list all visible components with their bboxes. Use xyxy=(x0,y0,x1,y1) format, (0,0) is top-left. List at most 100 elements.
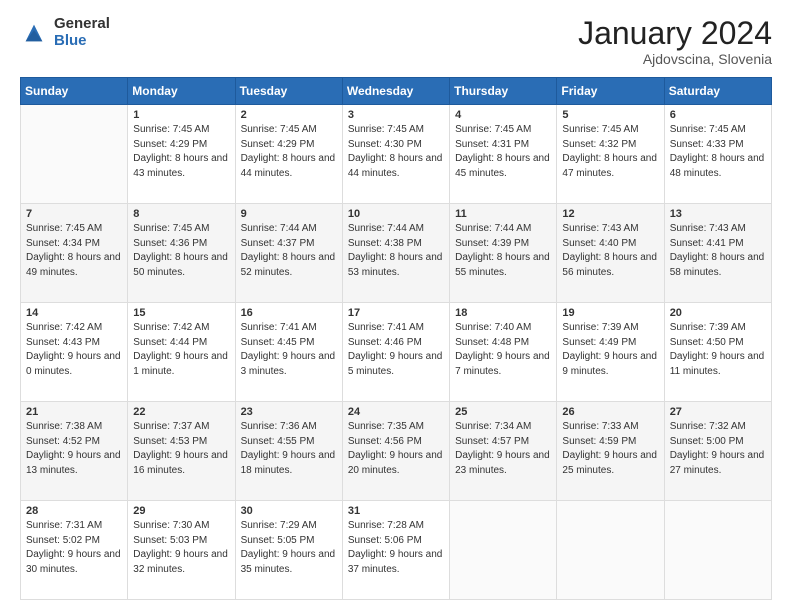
day-info: Sunrise: 7:43 AMSunset: 4:40 PMDaylight:… xyxy=(562,222,658,280)
logo: General Blue xyxy=(20,16,110,49)
week-row-4: 21Sunrise: 7:38 AMSunset: 4:52 PMDayligh… xyxy=(21,402,772,501)
day-number: 27 xyxy=(670,406,766,418)
calendar-cell: 8 Sunrise: 7:45 AMSunset: 4:36 PMDaylight… xyxy=(128,204,235,303)
title-location: Ajdovscina, Slovenia xyxy=(578,51,772,67)
day-number: 15 xyxy=(133,307,229,319)
day-info: Sunrise: 7:39 AMSunset: 4:49 PMDaylight:… xyxy=(562,321,658,379)
day-info: Sunrise: 7:44 AMSunset: 4:37 PMDaylight:… xyxy=(241,222,337,280)
calendar-cell: 27 Sunrise: 7:32 AMSunset: 5:00 PMDayligh… xyxy=(664,402,771,501)
calendar-cell: 10 Sunrise: 7:44 AMSunset: 4:38 PMDayligh… xyxy=(342,204,449,303)
day-info: Sunrise: 7:32 AMSunset: 5:00 PMDaylight:… xyxy=(670,420,766,478)
day-number: 4 xyxy=(455,109,551,121)
calendar-cell: 12Sunrise: 7:43 AMSunset: 4:40 PMDayligh… xyxy=(557,204,664,303)
calendar-cell: 24 Sunrise: 7:35 AMSunset: 4:56 PMDayligh… xyxy=(342,402,449,501)
calendar-cell: 19Sunrise: 7:39 AMSunset: 4:49 PMDayligh… xyxy=(557,303,664,402)
calendar-table: SundayMondayTuesdayWednesdayThursdayFrid… xyxy=(20,77,772,600)
day-number: 3 xyxy=(348,109,444,121)
logo-icon xyxy=(20,19,48,47)
calendar-cell: 15 Sunrise: 7:42 AMSunset: 4:44 PMDayligh… xyxy=(128,303,235,402)
day-info: Sunrise: 7:37 AMSunset: 4:53 PMDaylight:… xyxy=(133,420,229,478)
day-number: 21 xyxy=(26,406,122,418)
calendar-cell: 21Sunrise: 7:38 AMSunset: 4:52 PMDayligh… xyxy=(21,402,128,501)
day-info: Sunrise: 7:45 AMSunset: 4:30 PMDaylight:… xyxy=(348,123,444,181)
day-info: Sunrise: 7:42 AMSunset: 4:44 PMDaylight:… xyxy=(133,321,229,379)
day-info: Sunrise: 7:33 AMSunset: 4:59 PMDaylight:… xyxy=(562,420,658,478)
calendar-header-tuesday: Tuesday xyxy=(235,78,342,105)
calendar-header-saturday: Saturday xyxy=(664,78,771,105)
calendar-cell xyxy=(664,501,771,600)
calendar-header-row: SundayMondayTuesdayWednesdayThursdayFrid… xyxy=(21,78,772,105)
calendar-header-thursday: Thursday xyxy=(450,78,557,105)
day-info: Sunrise: 7:41 AMSunset: 4:45 PMDaylight:… xyxy=(241,321,337,379)
day-info: Sunrise: 7:28 AMSunset: 5:06 PMDaylight:… xyxy=(348,519,444,577)
calendar-cell: 20 Sunrise: 7:39 AMSunset: 4:50 PMDayligh… xyxy=(664,303,771,402)
day-number: 26 xyxy=(562,406,658,418)
day-number: 20 xyxy=(670,307,766,319)
week-row-2: 7 Sunrise: 7:45 AMSunset: 4:34 PMDaylight… xyxy=(21,204,772,303)
title-month: January 2024 xyxy=(578,16,772,51)
calendar-cell: 30Sunrise: 7:29 AMSunset: 5:05 PMDayligh… xyxy=(235,501,342,600)
day-number: 6 xyxy=(670,109,766,121)
day-info: Sunrise: 7:45 AMSunset: 4:29 PMDaylight:… xyxy=(241,123,337,181)
day-number: 5 xyxy=(562,109,658,121)
calendar-cell: 2 Sunrise: 7:45 AMSunset: 4:29 PMDaylight… xyxy=(235,105,342,204)
logo-general: General xyxy=(54,16,110,33)
header: General Blue January 2024 Ajdovscina, Sl… xyxy=(20,16,772,67)
day-number: 10 xyxy=(348,208,444,220)
day-number: 31 xyxy=(348,505,444,517)
calendar-cell: 7 Sunrise: 7:45 AMSunset: 4:34 PMDaylight… xyxy=(21,204,128,303)
logo-blue: Blue xyxy=(54,33,110,50)
day-number: 30 xyxy=(241,505,337,517)
day-info: Sunrise: 7:40 AMSunset: 4:48 PMDaylight:… xyxy=(455,321,551,379)
calendar-cell: 29 Sunrise: 7:30 AMSunset: 5:03 PMDayligh… xyxy=(128,501,235,600)
day-number: 18 xyxy=(455,307,551,319)
day-number: 22 xyxy=(133,406,229,418)
calendar-cell: 17Sunrise: 7:41 AMSunset: 4:46 PMDayligh… xyxy=(342,303,449,402)
week-row-5: 28Sunrise: 7:31 AMSunset: 5:02 PMDayligh… xyxy=(21,501,772,600)
calendar-cell xyxy=(21,105,128,204)
day-info: Sunrise: 7:44 AMSunset: 4:39 PMDaylight:… xyxy=(455,222,551,280)
day-info: Sunrise: 7:39 AMSunset: 4:50 PMDaylight:… xyxy=(670,321,766,379)
calendar-cell: 11 Sunrise: 7:44 AMSunset: 4:39 PMDayligh… xyxy=(450,204,557,303)
day-number: 7 xyxy=(26,208,122,220)
day-info: Sunrise: 7:45 AMSunset: 4:32 PMDaylight:… xyxy=(562,123,658,181)
calendar-cell: 26 Sunrise: 7:33 AMSunset: 4:59 PMDayligh… xyxy=(557,402,664,501)
day-info: Sunrise: 7:30 AMSunset: 5:03 PMDaylight:… xyxy=(133,519,229,577)
day-info: Sunrise: 7:42 AMSunset: 4:43 PMDaylight:… xyxy=(26,321,122,379)
day-number: 8 xyxy=(133,208,229,220)
week-row-1: 1 Sunrise: 7:45 AMSunset: 4:29 PMDaylight… xyxy=(21,105,772,204)
calendar-cell: 31 Sunrise: 7:28 AMSunset: 5:06 PMDayligh… xyxy=(342,501,449,600)
page: General Blue January 2024 Ajdovscina, Sl… xyxy=(0,0,792,612)
day-number: 28 xyxy=(26,505,122,517)
day-number: 2 xyxy=(241,109,337,121)
calendar-cell: 4 Sunrise: 7:45 AMSunset: 4:31 PMDaylight… xyxy=(450,105,557,204)
day-number: 11 xyxy=(455,208,551,220)
calendar-cell: 5 Sunrise: 7:45 AMSunset: 4:32 PMDaylight… xyxy=(557,105,664,204)
calendar-cell: 9Sunrise: 7:44 AMSunset: 4:37 PMDaylight… xyxy=(235,204,342,303)
day-number: 24 xyxy=(348,406,444,418)
calendar-cell: 16 Sunrise: 7:41 AMSunset: 4:45 PMDayligh… xyxy=(235,303,342,402)
day-info: Sunrise: 7:43 AMSunset: 4:41 PMDaylight:… xyxy=(670,222,766,280)
day-number: 13 xyxy=(670,208,766,220)
day-info: Sunrise: 7:45 AMSunset: 4:31 PMDaylight:… xyxy=(455,123,551,181)
calendar-header-monday: Monday xyxy=(128,78,235,105)
day-info: Sunrise: 7:45 AMSunset: 4:34 PMDaylight:… xyxy=(26,222,122,280)
day-number: 1 xyxy=(133,109,229,121)
title-block: January 2024 Ajdovscina, Slovenia xyxy=(578,16,772,67)
day-number: 29 xyxy=(133,505,229,517)
day-info: Sunrise: 7:45 AMSunset: 4:36 PMDaylight:… xyxy=(133,222,229,280)
day-info: Sunrise: 7:36 AMSunset: 4:55 PMDaylight:… xyxy=(241,420,337,478)
calendar-cell: 23Sunrise: 7:36 AMSunset: 4:55 PMDayligh… xyxy=(235,402,342,501)
day-number: 17 xyxy=(348,307,444,319)
calendar-cell: 13 Sunrise: 7:43 AMSunset: 4:41 PMDayligh… xyxy=(664,204,771,303)
calendar-cell xyxy=(557,501,664,600)
day-info: Sunrise: 7:35 AMSunset: 4:56 PMDaylight:… xyxy=(348,420,444,478)
calendar-cell: 18 Sunrise: 7:40 AMSunset: 4:48 PMDayligh… xyxy=(450,303,557,402)
day-number: 14 xyxy=(26,307,122,319)
calendar-cell: 1Sunrise: 7:45 AMSunset: 4:29 PMDaylight… xyxy=(128,105,235,204)
day-number: 16 xyxy=(241,307,337,319)
day-info: Sunrise: 7:44 AMSunset: 4:38 PMDaylight:… xyxy=(348,222,444,280)
calendar-cell: 22 Sunrise: 7:37 AMSunset: 4:53 PMDayligh… xyxy=(128,402,235,501)
day-info: Sunrise: 7:45 AMSunset: 4:33 PMDaylight:… xyxy=(670,123,766,181)
day-number: 25 xyxy=(455,406,551,418)
